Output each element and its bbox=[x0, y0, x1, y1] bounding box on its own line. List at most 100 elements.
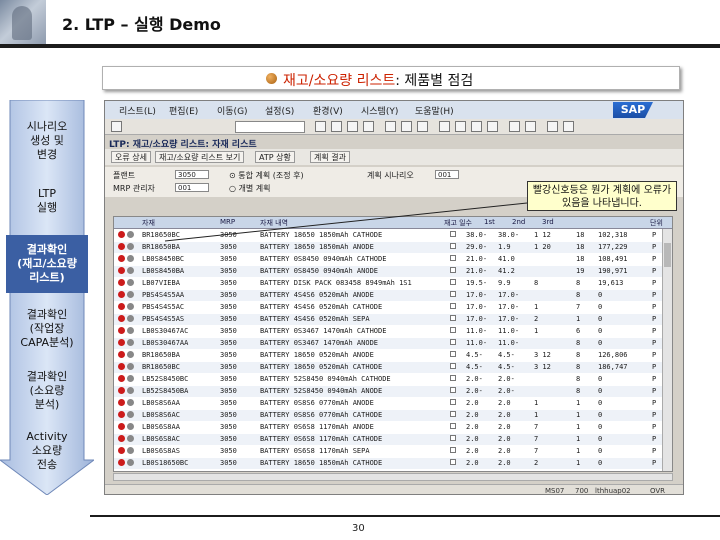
col-second[interactable]: 2nd bbox=[512, 218, 525, 226]
menu-list[interactable]: 리스트(L) bbox=[119, 104, 156, 117]
cell-d2: 2.0 bbox=[498, 459, 511, 467]
cell-d3: 1 bbox=[534, 399, 539, 407]
col-days[interactable]: 재고 일수 bbox=[444, 218, 472, 228]
row-checkbox[interactable] bbox=[450, 327, 456, 333]
enter-icon[interactable] bbox=[111, 121, 122, 132]
scroll-thumb[interactable] bbox=[664, 243, 671, 267]
shortcut-icon[interactable] bbox=[525, 121, 536, 132]
cancel-icon[interactable] bbox=[363, 121, 374, 132]
save-icon[interactable] bbox=[315, 121, 326, 132]
error-detail-button[interactable]: 오류 상세 bbox=[111, 151, 151, 163]
cell-mrp: 3050 bbox=[220, 243, 237, 251]
row-checkbox[interactable] bbox=[450, 267, 456, 273]
layout-icon[interactable] bbox=[563, 121, 574, 132]
row-checkbox[interactable] bbox=[450, 423, 456, 429]
back-icon[interactable] bbox=[331, 121, 342, 132]
col-first[interactable]: 1st bbox=[484, 218, 495, 226]
cell-d3: 3 12 bbox=[534, 351, 551, 359]
row-checkbox[interactable] bbox=[450, 339, 456, 345]
new-session-icon[interactable] bbox=[509, 121, 520, 132]
table-row[interactable]: LB0S18650BC 3050 BATTERY 18650 1850mAh CAT… bbox=[114, 458, 662, 469]
table-row[interactable]: BR18650BA 3050 BATTERY 18650 0520mAh ANODE… bbox=[114, 350, 662, 361]
row-checkbox[interactable] bbox=[450, 243, 456, 249]
next-page-icon[interactable] bbox=[471, 121, 482, 132]
table-row[interactable]: LB0S6S8AC 3050 BATTERY 0S6S8 1170mAh CATHO… bbox=[114, 434, 662, 445]
table-row[interactable]: BR18650BC 3050 BATTERY 18650 1850mAh CATHO… bbox=[114, 230, 662, 241]
print-icon[interactable] bbox=[385, 121, 396, 132]
table-row[interactable]: LB07VIEBA 3050 BATTERY DISK PACK 083458 89… bbox=[114, 278, 662, 289]
last-page-icon[interactable] bbox=[487, 121, 498, 132]
row-checkbox[interactable] bbox=[450, 231, 456, 237]
col-mrp[interactable]: MRP bbox=[220, 218, 235, 226]
cell-unit: P bbox=[652, 231, 657, 239]
table-row[interactable]: LB0S8S6AC 3050 BATTERY 0S8S6 0770mAh CATHO… bbox=[114, 410, 662, 421]
first-page-icon[interactable] bbox=[439, 121, 450, 132]
col-third[interactable]: 3rd bbox=[542, 218, 554, 226]
table-row[interactable]: LB0S8450BA 3050 BATTERY 0S8450 0940mAh ANO… bbox=[114, 266, 662, 277]
table-row[interactable]: BR18650BC 3050 BATTERY 18650 0520mAh CATHO… bbox=[114, 362, 662, 373]
row-checkbox[interactable] bbox=[450, 315, 456, 321]
row-checkbox[interactable] bbox=[450, 255, 456, 261]
table-row[interactable]: PBS4S4S5AC 3050 BATTERY 4S4S6 0520mAh CATH… bbox=[114, 302, 662, 313]
scenario-label: 계획 시나리오 bbox=[367, 171, 414, 180]
horizontal-scrollbar[interactable] bbox=[113, 473, 673, 481]
table-row[interactable]: LB0S30467AA 3050 BATTERY 0S3467 1470mAh AN… bbox=[114, 338, 662, 349]
menu-environment[interactable]: 환경(V) bbox=[313, 104, 343, 117]
table-row[interactable]: LB0S6S8AS 3050 BATTERY 0S6S8 1170mAh SEPA 2… bbox=[114, 446, 662, 457]
table-row[interactable]: LB0S8S6AA 3050 BATTERY 0S8S6 0770mAh ANODE… bbox=[114, 398, 662, 409]
cell-d1: 4.5- bbox=[466, 351, 483, 359]
row-checkbox[interactable] bbox=[450, 363, 456, 369]
row-checkbox[interactable] bbox=[450, 291, 456, 297]
row-checkbox[interactable] bbox=[450, 279, 456, 285]
vertical-scrollbar[interactable] bbox=[662, 229, 672, 471]
row-checkbox[interactable] bbox=[450, 303, 456, 309]
table-row[interactable]: LB0S30467AC 3050 BATTERY 0S3467 1470mAh CA… bbox=[114, 326, 662, 337]
col-description[interactable]: 자재 내역 bbox=[260, 218, 288, 228]
material-list-grid: 자재 MRP 자재 내역 재고 일수 1st 2nd 3rd 단위 BR1865… bbox=[113, 216, 673, 472]
menu-system[interactable]: 시스템(Y) bbox=[361, 104, 398, 117]
find-icon[interactable] bbox=[401, 121, 412, 132]
menu-settings[interactable]: 설정(S) bbox=[265, 104, 294, 117]
prev-page-icon[interactable] bbox=[455, 121, 466, 132]
row-checkbox[interactable] bbox=[450, 387, 456, 393]
traffic-light-icon bbox=[127, 279, 134, 286]
menu-help[interactable]: 도움말(H) bbox=[415, 104, 454, 117]
option-single[interactable]: ○ 개별 계획 bbox=[229, 183, 271, 194]
col-unit[interactable]: 단위 bbox=[650, 218, 663, 228]
table-row[interactable]: LB0S8450BC 3050 BATTERY 0S8450 0940mAh CAT… bbox=[114, 254, 662, 265]
exit-icon[interactable] bbox=[347, 121, 358, 132]
cell-material: LB0S8S6AA bbox=[142, 399, 180, 407]
table-row[interactable]: PBS4S4S5AS 3050 BATTERY 4S4S6 0520mAh SEPA… bbox=[114, 314, 662, 325]
option-integrated[interactable]: ⊙ 통합 계획 (조정 후) bbox=[229, 170, 304, 181]
row-checkbox[interactable] bbox=[450, 411, 456, 417]
col-material[interactable]: 자재 bbox=[142, 218, 155, 228]
menu-goto[interactable]: 이동(G) bbox=[217, 104, 248, 117]
mrp-controller-field[interactable]: 001 bbox=[175, 183, 209, 192]
row-checkbox[interactable] bbox=[450, 435, 456, 441]
help-icon[interactable] bbox=[547, 121, 558, 132]
table-row[interactable]: BR18650BA 3050 BATTERY 18650 1850mAh ANODE… bbox=[114, 242, 662, 253]
row-checkbox[interactable] bbox=[450, 399, 456, 405]
cell-desc: BATTERY 0S3467 1470mAh ANODE bbox=[260, 339, 379, 347]
cell-d1: 2.0- bbox=[466, 387, 483, 395]
row-checkbox[interactable] bbox=[450, 351, 456, 357]
stock-list-button[interactable]: 재고/소요량 리스트 보기 bbox=[155, 151, 245, 163]
table-row[interactable]: LB52S8450BA 3050 BATTERY 52S8450 0940mAh A… bbox=[114, 386, 662, 397]
row-checkbox[interactable] bbox=[450, 447, 456, 453]
table-row[interactable]: LB52S8450BC 3050 BATTERY 52S8450 0940mAh C… bbox=[114, 374, 662, 385]
find-next-icon[interactable] bbox=[417, 121, 428, 132]
menu-edit[interactable]: 편집(E) bbox=[169, 104, 198, 117]
traffic-light-icon bbox=[118, 231, 125, 238]
cell-d1: 2.0 bbox=[466, 411, 479, 419]
table-row[interactable]: LB0S6S8AA 3050 BATTERY 0S6S8 1170mAh ANODE… bbox=[114, 422, 662, 433]
planning-result-button[interactable]: 계획 결과 bbox=[310, 151, 350, 163]
cell-desc: BATTERY 18650 1850mAh ANODE bbox=[260, 243, 374, 251]
traffic-light-icon bbox=[127, 243, 134, 250]
command-field[interactable] bbox=[235, 121, 305, 133]
scenario-field[interactable]: 001 bbox=[435, 170, 459, 179]
row-checkbox[interactable] bbox=[450, 375, 456, 381]
table-row[interactable]: PBS4S4S5AA 3050 BATTERY 4S4S6 0520mAh ANOD… bbox=[114, 290, 662, 301]
row-checkbox[interactable] bbox=[450, 459, 456, 465]
plant-field[interactable]: 3050 bbox=[175, 170, 209, 179]
atp-button[interactable]: ATP 상황 bbox=[255, 151, 295, 163]
